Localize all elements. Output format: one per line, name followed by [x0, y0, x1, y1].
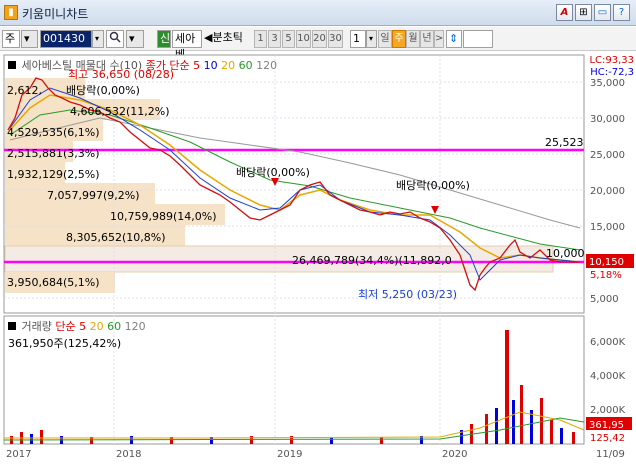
volume-name[interactable]: 거래량: [22, 320, 52, 333]
code-dropdown[interactable]: ▾: [92, 30, 104, 48]
ma-label[interactable]: 종가 단순: [146, 59, 190, 72]
market-select[interactable]: 주: [2, 30, 20, 48]
div-annotation-1: 배당락(0,00%): [236, 166, 310, 179]
ma10-label[interactable]: 10: [204, 59, 218, 72]
period-20[interactable]: 20: [312, 30, 327, 48]
unit-day[interactable]: 일: [378, 30, 392, 48]
ma120-label[interactable]: 120: [256, 59, 277, 72]
svg-text:25,000: 25,000: [590, 150, 625, 161]
x-axis: 2017 2018 2019 2020 11/09: [6, 449, 625, 460]
svg-text:7,057,997(9,2%): 7,057,997(9,2%): [47, 189, 140, 202]
next-arrow[interactable]: >: [434, 30, 444, 48]
svg-text:1,932,129(2,5%): 1,932,129(2,5%): [7, 168, 100, 181]
svg-text:4,606,532(11,2%): 4,606,532(11,2%): [70, 105, 170, 118]
ma20-label[interactable]: 20: [221, 59, 235, 72]
svg-text:2019: 2019: [277, 449, 302, 460]
unit-week[interactable]: 주: [392, 30, 406, 48]
legend-square-icon: [8, 61, 16, 69]
volume-pct: 125,42: [590, 433, 625, 444]
svg-text:4,529,535(6,1%): 4,529,535(6,1%): [7, 126, 100, 139]
stock-name: 세아베: [172, 30, 202, 61]
svg-text:배당락(0,00%): 배당락(0,00%): [66, 84, 140, 97]
svg-text:2,612,: 2,612,: [7, 84, 42, 97]
period-value[interactable]: 1: [350, 30, 366, 48]
svg-text:8,305,652(10,8%): 8,305,652(10,8%): [66, 231, 166, 244]
window-title: 키움미니차트: [22, 7, 89, 21]
hc-value: HC:-72,3: [590, 67, 634, 78]
updown-icon[interactable]: ⇕: [446, 30, 462, 48]
period-30[interactable]: 30: [328, 30, 343, 48]
svg-text:20,000: 20,000: [590, 186, 625, 197]
svg-text:11/09: 11/09: [596, 449, 625, 460]
svg-text:3,950,684(5,1%): 3,950,684(5,1%): [7, 276, 100, 289]
price-pct: 5,18%: [590, 270, 622, 281]
unit-year[interactable]: 년: [420, 30, 434, 48]
indicator-name[interactable]: 세아베스틸 매물대 수(10): [22, 59, 143, 72]
svg-text:6,000K: 6,000K: [590, 337, 626, 348]
div-annotation-2: 배당락(0,00%): [396, 179, 470, 192]
chart-app-icon: ▮: [4, 5, 18, 20]
lc-value: LC:93,33: [589, 55, 634, 66]
period-5[interactable]: 5: [282, 30, 295, 48]
vol-ma120-label[interactable]: 120: [125, 320, 146, 333]
svg-text:2,000K: 2,000K: [590, 405, 626, 416]
price-volume-chart: 최고 36,650 (08/28) 최저 5,250 (03/23) 배당락(0…: [3, 54, 634, 460]
line-10000-label: 10,000: [546, 247, 585, 260]
code-input[interactable]: 001430: [40, 30, 92, 48]
vol-ma20-label[interactable]: 20: [90, 320, 104, 333]
svg-text:35,000: 35,000: [590, 78, 625, 89]
price-tag-text: 10,150: [589, 257, 624, 268]
font-button[interactable]: A: [556, 4, 573, 21]
low-annotation: 최저 5,250 (03/23): [358, 288, 457, 301]
svg-text:30,000: 30,000: [590, 114, 625, 125]
help-button[interactable]: ?: [613, 4, 630, 21]
svg-text:4,000K: 4,000K: [590, 371, 626, 382]
grid-button[interactable]: ⊞: [575, 4, 592, 21]
search-icon[interactable]: [106, 30, 124, 48]
lower-legend: 거래량 단순 5 20 60 120 361,950주(125,42%): [8, 318, 146, 351]
new-badge[interactable]: 신: [157, 30, 171, 48]
svg-text:2,515,881(3,3%): 2,515,881(3,3%): [7, 147, 100, 160]
legend-square-icon: [8, 322, 16, 330]
line-25523-label: 25,523: [545, 136, 584, 149]
svg-text:10,759,989(14,0%): 10,759,989(14,0%): [110, 210, 217, 223]
period-dropdown[interactable]: ▾: [366, 30, 377, 48]
svg-text:26,469,789(34,4%)(11,892,0: 26,469,789(34,4%)(11,892,0: [292, 254, 452, 267]
market-dropdown[interactable]: ▾: [21, 30, 38, 48]
svg-text:2017: 2017: [6, 449, 31, 460]
unit-month[interactable]: 월: [406, 30, 420, 48]
volume-ma-label[interactable]: 단순: [55, 320, 75, 333]
y-axis-lower: 6,000K 4,000K 2,000K: [590, 337, 626, 416]
settings-button[interactable]: ▾: [126, 30, 144, 48]
vol-ma60-label[interactable]: 60: [107, 320, 121, 333]
svg-text:2020: 2020: [442, 449, 467, 460]
window-button[interactable]: ▭: [594, 4, 611, 21]
svg-text:15,000: 15,000: [590, 222, 625, 233]
title-bar: ▮ 키움미니차트 A ⊞ ▭ ?: [0, 0, 636, 26]
blank-input[interactable]: [463, 30, 493, 48]
period-1[interactable]: 1: [254, 30, 267, 48]
toolbar: 주 ▾ 001430 ▾ ▾ 신 세아베 ◀분초틱 1 3 5 10 20 30…: [0, 27, 636, 61]
ma5-label[interactable]: 5: [193, 59, 200, 72]
period-10[interactable]: 10: [296, 30, 311, 48]
vol-ma5-label[interactable]: 5: [79, 320, 86, 333]
split-label[interactable]: ◀분초틱: [202, 30, 252, 48]
period-3[interactable]: 3: [268, 30, 281, 48]
upper-legend: 세아베스틸 매물대 수(10) 종가 단순 5 10 20 60 120: [8, 57, 277, 73]
current-volume: 361,950주(125,42%): [8, 337, 122, 350]
svg-text:2018: 2018: [116, 449, 141, 460]
svg-text:5,000: 5,000: [590, 294, 619, 305]
volume-tag-text: 361,95: [589, 420, 624, 431]
ma60-label[interactable]: 60: [239, 59, 253, 72]
